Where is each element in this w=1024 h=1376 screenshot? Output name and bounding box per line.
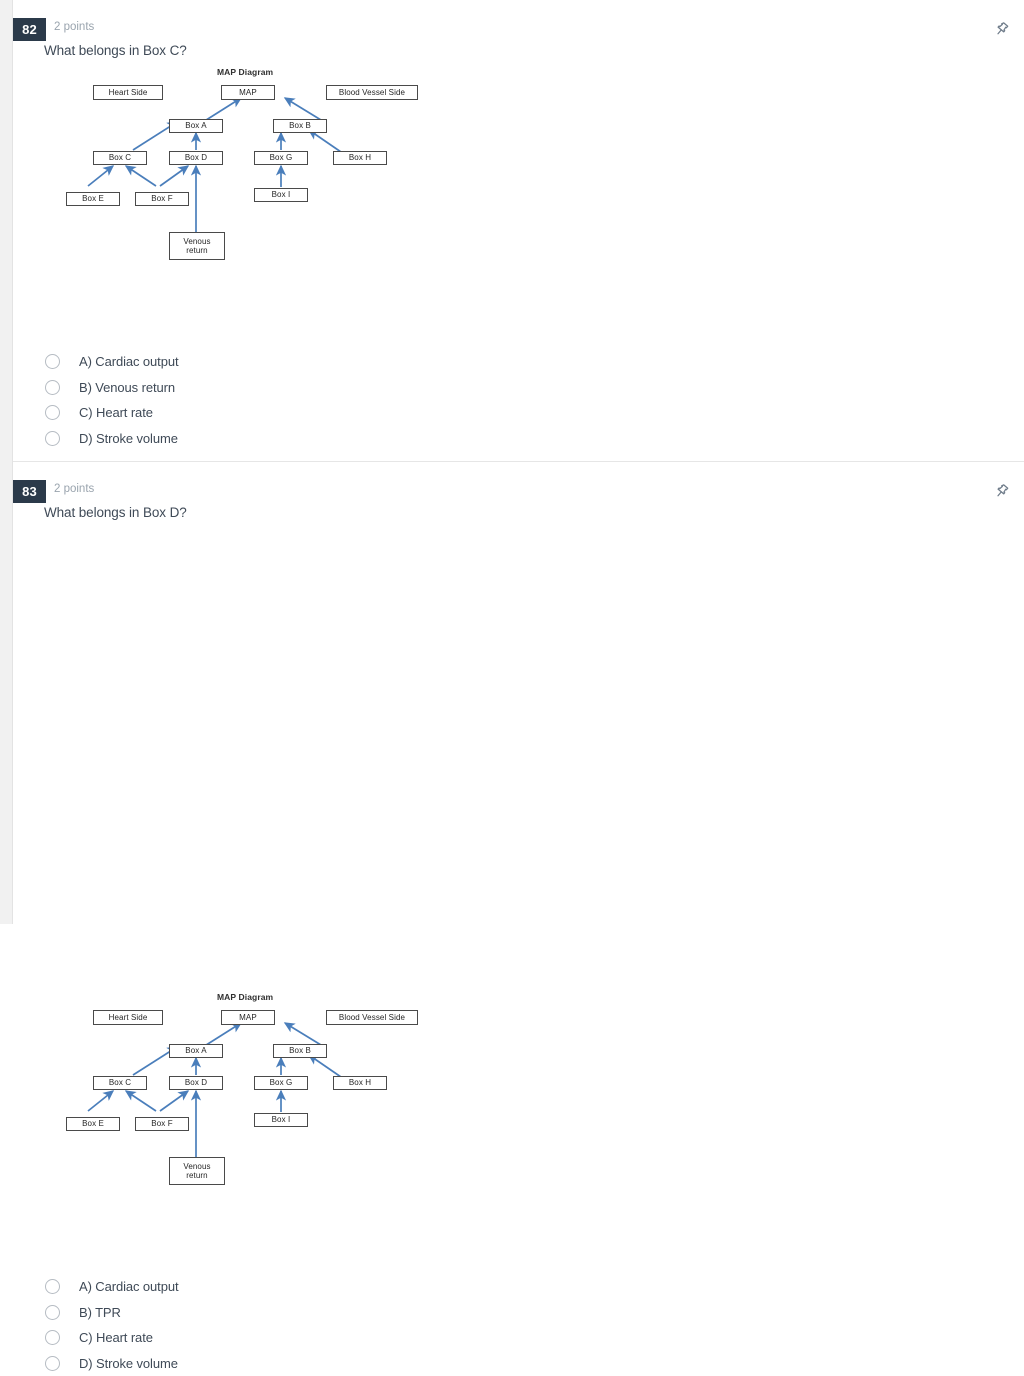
option-label[interactable]: C) Heart rate bbox=[79, 1330, 153, 1345]
left-rail-strip bbox=[0, 0, 13, 924]
question-points: 2 points bbox=[54, 483, 94, 495]
diagram-box-blood-vessel-side: Blood Vessel Side bbox=[326, 1010, 418, 1025]
pin-icon[interactable] bbox=[991, 18, 1013, 40]
question-block: 83 2 points What belongs in Box D? MAP D… bbox=[13, 462, 1024, 924]
question-points: 2 points bbox=[54, 21, 94, 33]
answer-options: A) Cardiac output B) Venous return C) He… bbox=[13, 349, 1024, 451]
diagram-box-e: Box E bbox=[66, 192, 120, 206]
pin-icon[interactable] bbox=[991, 480, 1013, 502]
diagram-box-b: Box B bbox=[273, 1044, 327, 1058]
diagram-box-h: Box H bbox=[333, 1076, 387, 1090]
diagram-box-map: MAP bbox=[221, 1010, 275, 1025]
question-block: 82 2 points What belongs in Box C? MAP D… bbox=[13, 0, 1024, 462]
question-title: What belongs in Box C? bbox=[44, 43, 187, 58]
diagram-box-b: Box B bbox=[273, 119, 327, 133]
diagram-box-venous-return: Venous return bbox=[169, 232, 225, 260]
question-number-badge: 83 bbox=[13, 480, 46, 503]
diagram-box-g: Box G bbox=[254, 1076, 308, 1090]
option-label[interactable]: B) TPR bbox=[79, 1305, 121, 1320]
radio-option-a[interactable] bbox=[45, 1279, 60, 1294]
quiz-page: 82 2 points What belongs in Box C? MAP D… bbox=[13, 0, 1024, 924]
diagram-box-g: Box G bbox=[254, 151, 308, 165]
option-label[interactable]: C) Heart rate bbox=[79, 405, 153, 420]
question-title: What belongs in Box D? bbox=[44, 505, 187, 520]
radio-option-b[interactable] bbox=[45, 1305, 60, 1320]
diagram-box-f: Box F bbox=[135, 192, 189, 206]
diagram-box-c: Box C bbox=[93, 151, 147, 165]
question-number-badge: 82 bbox=[13, 18, 46, 41]
radio-option-d[interactable] bbox=[45, 1356, 60, 1371]
option-row[interactable]: D) Stroke volume bbox=[13, 1351, 1024, 1376]
question-header: 82 2 points bbox=[13, 18, 1024, 42]
radio-option-c[interactable] bbox=[45, 405, 60, 420]
diagram-box-f: Box F bbox=[135, 1117, 189, 1131]
option-row[interactable]: C) Heart rate bbox=[13, 1325, 1024, 1351]
option-row[interactable]: B) Venous return bbox=[13, 375, 1024, 401]
diagram-box-heart-side: Heart Side bbox=[93, 1010, 163, 1025]
radio-option-a[interactable] bbox=[45, 354, 60, 369]
diagram-box-c: Box C bbox=[93, 1076, 147, 1090]
diagram-box-i: Box I bbox=[254, 1113, 308, 1127]
option-row[interactable]: A) Cardiac output bbox=[13, 349, 1024, 375]
option-row[interactable]: D) Stroke volume bbox=[13, 426, 1024, 452]
diagram-box-heart-side: Heart Side bbox=[93, 85, 163, 100]
diagram-box-a: Box A bbox=[169, 1044, 223, 1058]
diagram-box-map: MAP bbox=[221, 85, 275, 100]
option-label[interactable]: B) Venous return bbox=[79, 380, 175, 395]
answer-options: A) Cardiac output B) TPR C) Heart rate D… bbox=[13, 1274, 1024, 1376]
radio-option-c[interactable] bbox=[45, 1330, 60, 1345]
diagram-box-d: Box D bbox=[169, 1076, 223, 1090]
radio-option-b[interactable] bbox=[45, 380, 60, 395]
option-label[interactable]: A) Cardiac output bbox=[79, 1279, 178, 1294]
option-label[interactable]: A) Cardiac output bbox=[79, 354, 178, 369]
option-label[interactable]: D) Stroke volume bbox=[79, 431, 178, 446]
option-row[interactable]: C) Heart rate bbox=[13, 400, 1024, 426]
diagram-box-blood-vessel-side: Blood Vessel Side bbox=[326, 85, 418, 100]
radio-option-d[interactable] bbox=[45, 431, 60, 446]
option-label[interactable]: D) Stroke volume bbox=[79, 1356, 178, 1371]
diagram-box-a: Box A bbox=[169, 119, 223, 133]
map-diagram: MAP Diagram bbox=[53, 62, 453, 267]
diagram-box-h: Box H bbox=[333, 151, 387, 165]
map-diagram: MAP Diagram bbox=[53, 987, 453, 1192]
diagram-box-e: Box E bbox=[66, 1117, 120, 1131]
diagram-box-i: Box I bbox=[254, 188, 308, 202]
question-header: 83 2 points bbox=[13, 480, 1024, 504]
diagram-box-venous-return: Venous return bbox=[169, 1157, 225, 1185]
diagram-box-d: Box D bbox=[169, 151, 223, 165]
option-row[interactable]: B) TPR bbox=[13, 1300, 1024, 1326]
option-row[interactable]: A) Cardiac output bbox=[13, 1274, 1024, 1300]
